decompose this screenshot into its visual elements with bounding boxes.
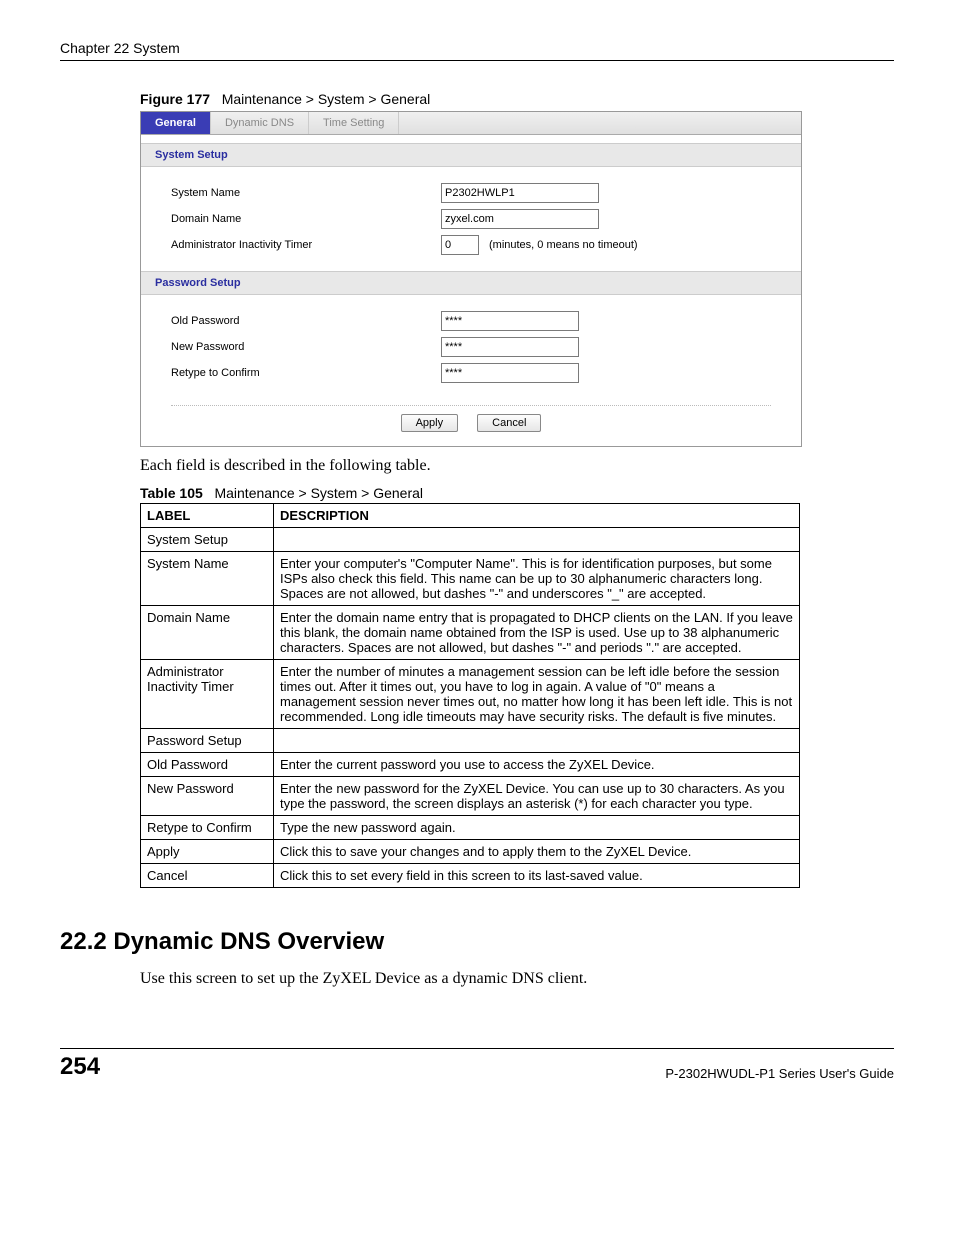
- label-domain-name: Domain Name: [171, 213, 441, 225]
- intro-text: Each field is described in the following…: [140, 457, 894, 475]
- page-footer: 254 P-2302HWUDL-P1 Series User's Guide: [60, 1048, 894, 1081]
- input-new-password[interactable]: [441, 337, 579, 357]
- cell-label: New Password: [141, 777, 274, 816]
- button-row: Apply Cancel: [171, 405, 771, 446]
- cell-desc: Enter your computer's "Computer Name". T…: [274, 552, 800, 606]
- password-setup-form: Old Password New Password Retype to Conf…: [141, 295, 801, 399]
- cell-label: Cancel: [141, 864, 274, 888]
- footer-guide: P-2302HWUDL-P1 Series User's Guide: [665, 1066, 894, 1081]
- table-row: System NameEnter your computer's "Comput…: [141, 552, 800, 606]
- table-row: Password Setup: [141, 729, 800, 753]
- section-22-2-title: 22.2 Dynamic DNS Overview: [60, 928, 894, 956]
- cell-label: System Name: [141, 552, 274, 606]
- system-setup-form: System Name Domain Name Administrator In…: [141, 167, 801, 271]
- input-admin-timer[interactable]: [441, 235, 479, 255]
- label-system-name: System Name: [171, 187, 441, 199]
- screenshot-panel: General Dynamic DNS Time Setting System …: [140, 111, 802, 447]
- label-retype: Retype to Confirm: [171, 367, 441, 379]
- label-admin-timer: Administrator Inactivity Timer: [171, 239, 441, 251]
- input-domain-name[interactable]: [441, 209, 599, 229]
- figure-caption: Figure 177 Maintenance > System > Genera…: [140, 91, 894, 107]
- th-label: LABEL: [141, 504, 274, 528]
- cell-desc: Click this to set every field in this sc…: [274, 864, 800, 888]
- table-label: Table 105: [140, 485, 203, 501]
- cell-desc: Click this to save your changes and to a…: [274, 840, 800, 864]
- input-system-name[interactable]: [441, 183, 599, 203]
- cell-label: Password Setup: [141, 729, 274, 753]
- table-row: CancelClick this to set every field in t…: [141, 864, 800, 888]
- figure-caption-text: Maintenance > System > General: [222, 91, 431, 107]
- input-retype[interactable]: [441, 363, 579, 383]
- cell-desc: Enter the number of minutes a management…: [274, 660, 800, 729]
- table-row: New PasswordEnter the new password for t…: [141, 777, 800, 816]
- tab-bar: General Dynamic DNS Time Setting: [141, 112, 801, 135]
- cell-desc: Type the new password again.: [274, 816, 800, 840]
- section-system-setup: System Setup: [141, 143, 801, 167]
- cell-label: Domain Name: [141, 606, 274, 660]
- input-old-password[interactable]: [441, 311, 579, 331]
- description-table: LABEL DESCRIPTION System Setup System Na…: [140, 503, 800, 888]
- table-row: Old PasswordEnter the current password y…: [141, 753, 800, 777]
- section-password-setup: Password Setup: [141, 271, 801, 295]
- label-new-password: New Password: [171, 341, 441, 353]
- cell-desc: [274, 729, 800, 753]
- table-caption-text: Maintenance > System > General: [214, 485, 423, 501]
- figure-label: Figure 177: [140, 91, 210, 107]
- cell-label: System Setup: [141, 528, 274, 552]
- tab-general[interactable]: General: [141, 112, 211, 134]
- th-description: DESCRIPTION: [274, 504, 800, 528]
- table-row: Domain NameEnter the domain name entry t…: [141, 606, 800, 660]
- cell-label: Old Password: [141, 753, 274, 777]
- tab-dynamic-dns[interactable]: Dynamic DNS: [211, 112, 309, 134]
- apply-button[interactable]: Apply: [401, 414, 459, 432]
- table-row: Administrator Inactivity TimerEnter the …: [141, 660, 800, 729]
- tab-time-setting[interactable]: Time Setting: [309, 112, 399, 134]
- admin-timer-hint: (minutes, 0 means no timeout): [489, 239, 638, 251]
- table-row: System Setup: [141, 528, 800, 552]
- section-22-2-text: Use this screen to set up the ZyXEL Devi…: [140, 970, 894, 988]
- cell-desc: Enter the current password you use to ac…: [274, 753, 800, 777]
- cell-label: Administrator Inactivity Timer: [141, 660, 274, 729]
- page-number: 254: [60, 1053, 100, 1081]
- cell-desc: Enter the domain name entry that is prop…: [274, 606, 800, 660]
- page-header: Chapter 22 System: [60, 40, 894, 61]
- label-old-password: Old Password: [171, 315, 441, 327]
- cell-desc: [274, 528, 800, 552]
- table-caption: Table 105 Maintenance > System > General: [140, 485, 894, 501]
- cell-desc: Enter the new password for the ZyXEL Dev…: [274, 777, 800, 816]
- table-row: ApplyClick this to save your changes and…: [141, 840, 800, 864]
- cell-label: Apply: [141, 840, 274, 864]
- cell-label: Retype to Confirm: [141, 816, 274, 840]
- cancel-button[interactable]: Cancel: [477, 414, 541, 432]
- table-row: Retype to ConfirmType the new password a…: [141, 816, 800, 840]
